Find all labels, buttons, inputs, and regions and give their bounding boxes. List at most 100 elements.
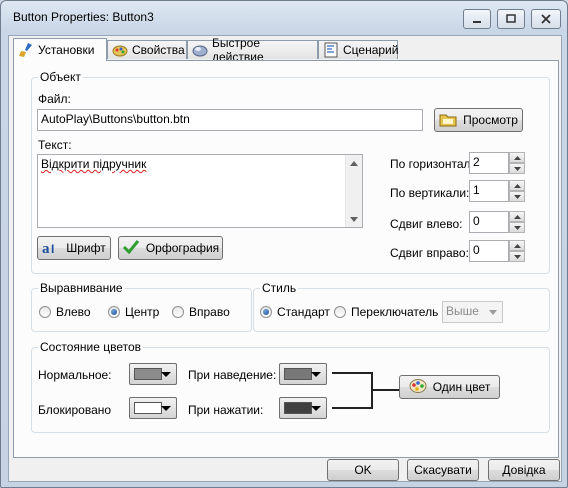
offset-left-value[interactable]: 0 (469, 211, 509, 233)
alignment-group: Выравнивание Влево Центр Вправо (31, 281, 252, 332)
checkmark-icon (122, 239, 140, 258)
color-wheel-icon (409, 378, 427, 397)
svg-text:I: I (51, 242, 54, 255)
file-input[interactable]: AutoPlay\Buttons\button.btn (37, 109, 423, 131)
scroll-up-arrow-icon[interactable] (346, 155, 362, 171)
offset-left-spinner[interactable]: 0 (469, 211, 525, 233)
radio-label: Вправо (189, 305, 230, 319)
chevron-down-icon (489, 310, 497, 315)
text-area-scrollbar[interactable] (345, 155, 362, 227)
radio-dot (334, 306, 346, 318)
radio-dot (108, 306, 120, 318)
hover-color-picker[interactable] (279, 363, 327, 385)
spin-down-icon[interactable] (509, 163, 525, 174)
cancel-button[interactable]: Скасувати (407, 459, 479, 481)
radio-label: Переключатель (351, 305, 439, 319)
hover-label: При наведение: (188, 368, 277, 382)
chevron-down-icon (311, 372, 321, 377)
toggle-state-value: Выше (446, 304, 479, 318)
color-states-group-label: Состояние цветов (38, 340, 144, 354)
folder-icon (439, 111, 457, 130)
offset-right-label: Сдвиг вправо: (390, 246, 469, 260)
horizontal-value[interactable]: 2 (469, 152, 509, 174)
disabled-color-swatch (134, 402, 162, 414)
horizontal-spinner[interactable]: 2 (469, 152, 525, 174)
dialog-window: Button Properties: Button3 Установки Сво… (0, 0, 568, 488)
vertical-spinner[interactable]: 1 (469, 180, 525, 202)
vertical-label: По вертикали: (390, 186, 470, 200)
style-toggle-radio[interactable]: Переключатель (334, 305, 438, 319)
bracket-connector (332, 372, 400, 409)
radio-dot (172, 306, 184, 318)
close-button[interactable] (531, 9, 561, 29)
dialog-client: Установки Свойства Быстрое действие Сцен… (8, 35, 562, 482)
palette-icon (112, 42, 128, 58)
offset-right-spinner[interactable]: 0 (469, 240, 525, 262)
spin-down-icon[interactable] (509, 222, 525, 233)
style-group-label: Стиль (260, 281, 299, 295)
help-button[interactable]: Довідка (488, 459, 560, 481)
normal-color-swatch (134, 368, 162, 380)
tab-properties[interactable]: Свойства (107, 40, 187, 59)
align-left-radio[interactable]: Влево (39, 305, 91, 319)
spellcheck-button[interactable]: Орфография (118, 236, 223, 260)
spin-up-icon[interactable] (509, 180, 525, 191)
spin-down-icon[interactable] (509, 251, 525, 262)
browse-label: Просмотр (463, 113, 518, 127)
radio-dot (260, 306, 272, 318)
color-states-group: Состояние цветов Нормальное: При наведен… (31, 340, 550, 433)
spin-down-icon[interactable] (509, 191, 525, 202)
disabled-color-picker[interactable] (129, 397, 177, 419)
disabled-label: Блокировано (38, 403, 112, 417)
browse-button[interactable]: Просмотр (434, 108, 523, 132)
font-button[interactable]: aI Шрифт (37, 236, 111, 260)
text-label: Текст: (38, 138, 72, 152)
maximize-icon (506, 14, 516, 23)
tab-label: Сценарий (343, 43, 399, 57)
broom-icon (18, 42, 34, 58)
single-color-label: Один цвет (432, 380, 491, 394)
tab-quick-action[interactable]: Быстрое действие (187, 36, 318, 64)
tab-settings[interactable]: Установки (13, 38, 107, 61)
radio-dot (39, 306, 51, 318)
spin-up-icon[interactable] (509, 240, 525, 251)
window-title: Button Properties: Button3 (13, 10, 154, 24)
cancel-label: Скасувати (414, 463, 472, 477)
offset-left-label: Сдвиг влево: (390, 217, 463, 231)
minimize-icon (473, 21, 481, 23)
style-group: Стиль Стандарт Переключатель Выше (253, 281, 550, 332)
chevron-down-icon (161, 406, 171, 411)
help-label: Довідка (502, 463, 546, 477)
ok-button[interactable]: OK (327, 459, 399, 481)
tab-label: Свойства (132, 43, 185, 57)
font-icon: aI (42, 239, 60, 258)
spellcheck-label: Орфография (145, 241, 220, 255)
maximize-button[interactable] (497, 9, 525, 29)
normal-color-picker[interactable] (129, 363, 177, 385)
chevron-down-icon (311, 406, 321, 411)
align-center-radio[interactable]: Центр (108, 305, 159, 319)
chevron-down-icon (161, 372, 171, 377)
scroll-down-arrow-icon[interactable] (346, 211, 362, 227)
tab-script[interactable]: Сценарий (318, 40, 398, 59)
horizontal-label: По горизонтали: (390, 157, 481, 171)
file-label: Файл: (38, 92, 71, 106)
vertical-value[interactable]: 1 (469, 180, 509, 202)
text-area-value: Відкрити підручник (41, 157, 147, 171)
offset-right-value[interactable]: 0 (469, 240, 509, 262)
text-area[interactable]: Відкрити підручник (37, 154, 363, 228)
style-standard-radio[interactable]: Стандарт (260, 305, 330, 319)
spin-up-icon[interactable] (509, 211, 525, 222)
svg-text:a: a (42, 241, 50, 255)
minimize-button[interactable] (463, 9, 491, 29)
spin-up-icon[interactable] (509, 152, 525, 163)
hover-color-swatch (284, 368, 312, 380)
ok-label: OK (354, 463, 372, 477)
align-right-radio[interactable]: Вправо (172, 305, 230, 319)
toggle-state-select[interactable]: Выше (442, 301, 503, 323)
script-icon (323, 42, 339, 58)
radio-label: Центр (125, 305, 160, 319)
single-color-button[interactable]: Один цвет (399, 375, 500, 399)
pressed-color-picker[interactable] (279, 397, 327, 419)
font-label: Шрифт (66, 241, 106, 255)
